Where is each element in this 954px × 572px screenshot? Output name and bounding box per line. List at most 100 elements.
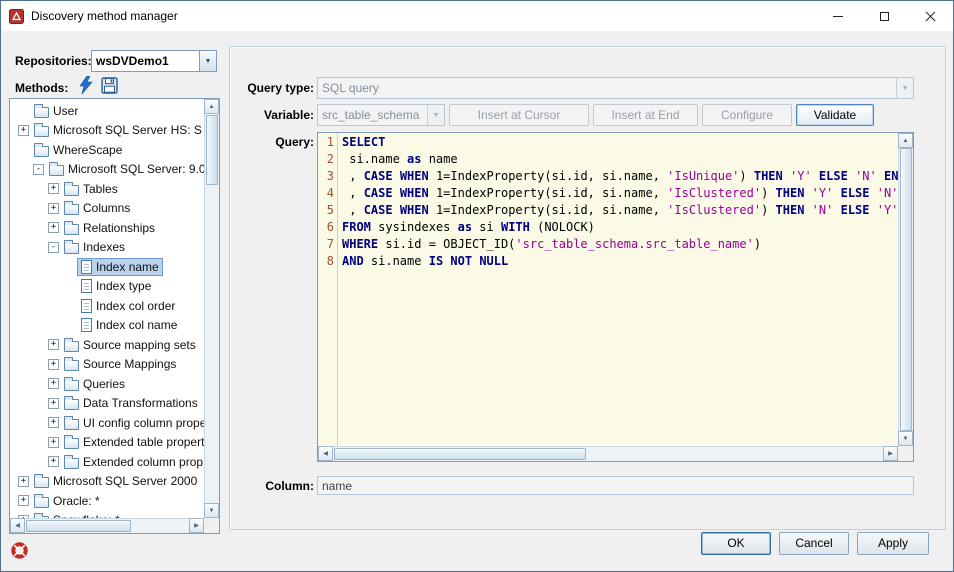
editor-scroll-down-button[interactable]: ▼ — [898, 431, 913, 446]
tree-node[interactable]: Index type — [77, 277, 155, 295]
tree-item[interactable]: -Indexes — [10, 238, 204, 258]
tree-node[interactable]: Oracle: * — [32, 492, 104, 510]
tree-item[interactable]: +Queries — [10, 374, 204, 394]
tree-item[interactable]: +Relationships — [10, 218, 204, 238]
tree-node[interactable]: Microsoft SQL Server: 9.0 - — [47, 160, 204, 178]
tree-item-label: Oracle: * — [53, 494, 100, 508]
tree-node[interactable]: Index name — [77, 258, 163, 276]
editor-horizontal-scrollbar[interactable]: ◀ ▶ — [318, 446, 898, 461]
window-title: Discovery method manager — [31, 9, 178, 23]
expand-plus-icon[interactable]: + — [48, 417, 59, 428]
editor-scroll-left-button[interactable]: ◀ — [318, 446, 333, 461]
maximize-button[interactable] — [861, 1, 907, 31]
tree-item-label: Index col name — [96, 318, 177, 332]
expand-plus-icon[interactable]: + — [48, 437, 59, 448]
expand-plus-icon[interactable]: + — [18, 125, 29, 136]
tree-horizontal-scrollbar[interactable]: ◀ ▶ — [10, 518, 204, 533]
tree-scroll-down-button[interactable]: ▼ — [204, 503, 219, 518]
editor-scroll-up-button[interactable]: ▲ — [898, 133, 913, 148]
tree-item[interactable]: +UI config column prope — [10, 413, 204, 433]
collapse-minus-icon[interactable]: - — [33, 164, 44, 175]
tree-node[interactable]: Microsoft SQL Server HS: S — [32, 121, 204, 139]
editor-hscroll-thumb[interactable] — [334, 448, 586, 460]
tree-node[interactable]: Extended column prop — [62, 453, 204, 471]
tree-node[interactable]: Extended table propert — [62, 433, 204, 451]
tree-item[interactable]: +Source Mappings — [10, 355, 204, 375]
tree-node[interactable]: Snowflake: * — [32, 511, 124, 518]
tree-node[interactable]: Relationships — [62, 219, 159, 237]
tree-vertical-scrollbar[interactable]: ▲ ▼ — [204, 99, 219, 518]
collapse-minus-icon[interactable]: - — [48, 242, 59, 253]
expand-plus-icon[interactable]: + — [48, 222, 59, 233]
save-methods-button[interactable] — [99, 75, 119, 95]
refresh-methods-button[interactable] — [75, 75, 95, 95]
tree-item[interactable]: +Microsoft SQL Server 2000 — [10, 472, 204, 492]
editor-code[interactable]: SELECT si.name as name , CASE WHEN 1=Ind… — [339, 133, 898, 446]
tree-item[interactable]: Index col order — [10, 296, 204, 316]
tree-item[interactable]: +Columns — [10, 199, 204, 219]
tree-item[interactable]: + Oracle: * — [10, 491, 204, 511]
tree-hscroll-thumb[interactable] — [26, 520, 131, 532]
tree-item[interactable]: -Microsoft SQL Server: 9.0 - — [10, 160, 204, 180]
expand-plus-icon[interactable]: + — [48, 398, 59, 409]
method-detail-panel: Query type: SQL query ▼ Variable: src_ta… — [229, 46, 946, 530]
tree-item[interactable]: Index col name — [10, 316, 204, 336]
tree-item[interactable]: User — [10, 101, 204, 121]
tree-item[interactable]: Index name — [10, 257, 204, 277]
cancel-button[interactable]: Cancel — [779, 532, 849, 555]
editor-vertical-scrollbar[interactable]: ▲ ▼ — [898, 133, 913, 446]
tree-node[interactable]: User — [32, 102, 82, 120]
tree-item[interactable]: +Extended column prop — [10, 452, 204, 472]
tree-node[interactable]: Data Transformations — [62, 394, 202, 412]
tree-node[interactable]: Queries — [62, 375, 129, 393]
insert-at-end-button: Insert at End — [593, 104, 698, 126]
expand-plus-icon[interactable]: + — [48, 456, 59, 467]
tree-item[interactable]: +Data Transformations — [10, 394, 204, 414]
tree-node[interactable]: Columns — [62, 199, 134, 217]
tree-item[interactable]: Index type — [10, 277, 204, 297]
methods-label: Methods: — [15, 81, 68, 95]
expand-plus-icon[interactable]: + — [48, 203, 59, 214]
tree-node[interactable]: Source mapping sets — [62, 336, 200, 354]
tree-vscroll-thumb[interactable] — [206, 115, 218, 185]
tree-item[interactable]: +Extended table propert — [10, 433, 204, 453]
tree-item[interactable]: +Source mapping sets — [10, 335, 204, 355]
expand-plus-icon[interactable]: + — [18, 476, 29, 487]
titlebar[interactable]: Discovery method manager — [1, 1, 953, 31]
close-button[interactable] — [907, 1, 953, 31]
tree-item[interactable]: +Snowflake: * — [10, 511, 204, 519]
tree-node[interactable]: WhereScape — [32, 141, 126, 159]
repositories-combo-arrow[interactable]: ▼ — [199, 51, 216, 71]
expand-plus-icon[interactable]: + — [48, 359, 59, 370]
tree-node[interactable]: Indexes — [62, 238, 129, 256]
tree-node[interactable]: Tables — [62, 180, 122, 198]
expand-plus-icon[interactable]: + — [48, 183, 59, 194]
validate-button[interactable]: Validate — [796, 104, 874, 126]
apply-button[interactable]: Apply — [857, 532, 929, 555]
tree-node[interactable]: Microsoft SQL Server 2000 — [32, 472, 201, 490]
expand-plus-icon[interactable]: + — [48, 339, 59, 350]
tree-item[interactable]: WhereScape — [10, 140, 204, 160]
tree-scroll-right-button[interactable]: ▶ — [189, 518, 204, 533]
tree-node[interactable]: UI config column prope — [62, 414, 204, 432]
scroll-left-icon: ◀ — [15, 523, 20, 529]
tree-item[interactable]: +Tables — [10, 179, 204, 199]
help-status-button[interactable] — [9, 540, 29, 560]
expand-plus-icon[interactable]: + — [48, 378, 59, 389]
tree-item[interactable]: +Microsoft SQL Server HS: S — [10, 121, 204, 141]
query-editor[interactable]: 12345678 SELECT si.name as name , CASE W… — [317, 132, 914, 462]
code-line: AND si.name IS NOT NULL — [342, 253, 898, 270]
tree-node[interactable]: Source Mappings — [62, 355, 180, 373]
tree-scroll-up-button[interactable]: ▲ — [204, 99, 219, 114]
tree-node[interactable]: Index col name — [77, 316, 181, 334]
repositories-combo[interactable]: wsDVDemo1 ▼ — [91, 50, 217, 72]
ok-button[interactable]: OK — [701, 532, 771, 555]
tree-node[interactable]: Index col order — [77, 297, 179, 315]
expand-plus-icon[interactable]: + — [18, 495, 29, 506]
minimize-button[interactable] — [815, 1, 861, 31]
editor-scroll-right-button[interactable]: ▶ — [883, 446, 898, 461]
editor-vscroll-thumb[interactable] — [900, 148, 912, 431]
method-tree[interactable]: User+Microsoft SQL Server HS: SWhereScap… — [10, 99, 204, 518]
tree-scroll-left-button[interactable]: ◀ — [10, 518, 25, 533]
insert-at-cursor-button: Insert at Cursor — [449, 104, 589, 126]
